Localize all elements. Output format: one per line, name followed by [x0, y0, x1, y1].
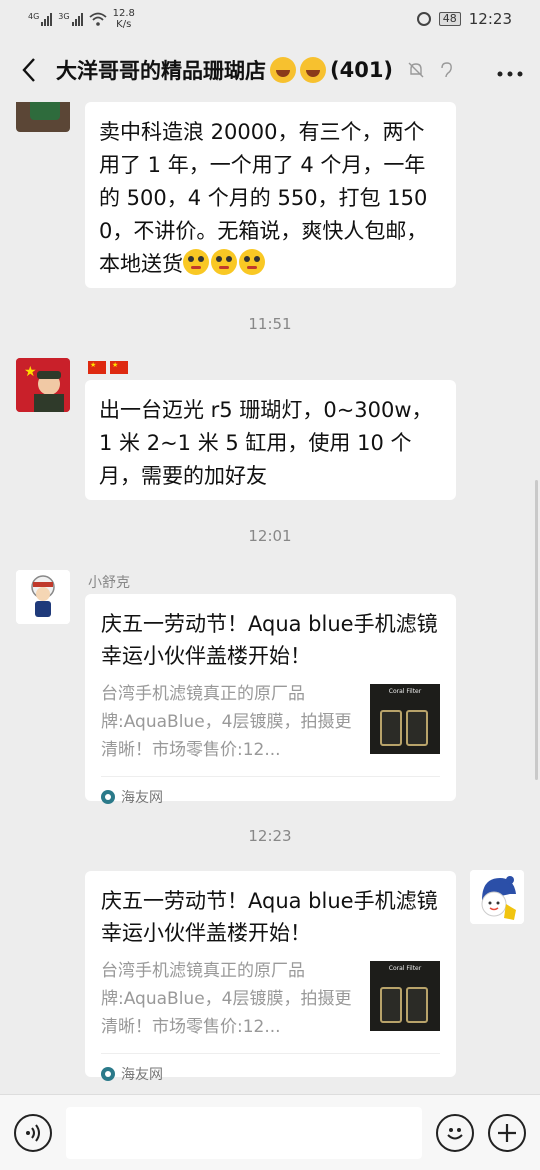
link-body-2: 台湾手机滤镜真正的原厂品牌:AquaBlue，4层镀膜，拍摄更清晰！市场零售价:…: [85, 949, 456, 1041]
group-name: 大洋哥哥的精品珊瑚店: [56, 59, 266, 83]
header-status-icons: [407, 61, 455, 79]
speed-value: 12.8: [112, 8, 135, 19]
blush-emoji-icon: [183, 249, 209, 275]
link-body-1: 台湾手机滤镜真正的原厂品牌:AquaBlue，4层镀膜，拍摄更清晰！市场零售价:…: [85, 672, 456, 764]
thumbnail-label-1: Coral Filter: [388, 688, 422, 695]
sender-flags: [88, 361, 128, 374]
chat-header: 大洋哥哥的精品珊瑚店 (401): [0, 38, 540, 102]
timestamp-2: 12:01: [248, 527, 292, 545]
status-bar: 4G 3G 12.8 K/s 48 12:23: [0, 0, 540, 38]
site-logo-icon: [101, 790, 115, 804]
clock: 12:23: [468, 10, 512, 28]
voice-icon: [26, 1123, 40, 1142]
bell-off-icon: [408, 62, 424, 78]
avatar-image: ★: [16, 358, 70, 412]
member-count: (401): [330, 58, 394, 82]
speed-unit: K/s: [116, 19, 132, 30]
timestamp-1: 11:51: [248, 315, 292, 333]
chat-scrollbar[interactable]: [535, 480, 538, 780]
link-title-1: 庆五一劳动节！Aqua blue手机滤镜幸运小伙伴盖楼开始！: [101, 612, 438, 668]
signal-icon-2: 3G: [58, 12, 83, 26]
message-input[interactable]: [66, 1106, 422, 1159]
sender-name: 小舒克: [88, 575, 130, 591]
svg-text:★: ★: [24, 364, 37, 380]
blush-emoji-icon-3: [239, 249, 265, 275]
timestamp-3: 12:23: [248, 827, 292, 845]
link-title-2: 庆五一劳动节！Aqua blue手机滤镜幸运小伙伴盖楼开始！: [101, 889, 438, 945]
status-right: 48 12:23: [416, 10, 512, 28]
link-description-1: 台湾手机滤镜真正的原厂品牌:AquaBlue，4层镀膜，拍摄更清晰！市场零售价:…: [101, 684, 352, 760]
voice-button[interactable]: [14, 1113, 52, 1152]
chevron-left-icon: [22, 58, 35, 82]
source-name-1: 海友网: [121, 790, 163, 806]
signal-icon-1: 4G: [28, 12, 53, 26]
message-text-content-1: 卖中科造浪 20000，有三个，两个用了 1 年，一个用了 4 个月，一年的 5…: [99, 120, 428, 276]
link-source-2: 海友网: [101, 1053, 440, 1092]
alarm-icon: [416, 12, 431, 26]
link-card-2[interactable]: 庆五一劳动节！Aqua blue手机滤镜幸运小伙伴盖楼开始！ 台湾手机滤镜真正的…: [85, 871, 456, 1083]
network-type-2: 3G: [58, 12, 70, 21]
plus-button[interactable]: [488, 1113, 526, 1152]
site-logo-icon: [101, 1067, 115, 1081]
message-bubble-1[interactable]: 卖中科造浪 20000，有三个，两个用了 1 年，一个用了 4 个月，一年的 5…: [85, 102, 456, 288]
blush-emoji-icon-2: [211, 249, 237, 275]
laugh-emoji-icon: [270, 57, 296, 83]
smiley-icon: [447, 1127, 463, 1139]
plus-icon: [498, 1123, 516, 1142]
avatar[interactable]: ★: [16, 358, 70, 412]
link-source-1: 海友网: [101, 776, 440, 817]
link-thumbnail-2: Coral Filter: [370, 961, 440, 1031]
message-text-1: 卖中科造浪 20000，有三个，两个用了 1 年，一个用了 4 个月，一年的 5…: [85, 102, 456, 295]
avatar[interactable]: [16, 570, 70, 624]
battery-indicator: 48: [438, 12, 461, 26]
wifi-icon: [89, 12, 107, 26]
message-text-2: 出一台迈光 r5 珊瑚灯，0~300w，1 米 2~1 米 5 缸用，使用 10…: [99, 398, 433, 488]
source-name-2: 海友网: [121, 1067, 163, 1083]
thumbnail-label-2: Coral Filter: [388, 965, 422, 972]
chat-title: 大洋哥哥的精品珊瑚店 (401): [56, 55, 393, 85]
network-speed: 12.8 K/s: [113, 8, 135, 30]
my-avatar[interactable]: [470, 870, 524, 924]
avatar[interactable]: [16, 102, 70, 132]
emoji-button[interactable]: [436, 1113, 474, 1152]
china-flag-icon: [88, 361, 106, 374]
back-button[interactable]: [16, 57, 42, 83]
avatar-image: [16, 570, 70, 624]
link-thumbnail-1: Coral Filter: [370, 684, 440, 754]
more-button[interactable]: [496, 57, 524, 83]
china-flag-icon-2: [110, 361, 128, 374]
ear-icon: [441, 62, 452, 78]
laugh-emoji-icon-2: [300, 57, 326, 83]
more-dots-icon: [497, 71, 523, 77]
chat-messages[interactable]: 卖中科造浪 20000，有三个，两个用了 1 年，一个用了 4 个月，一年的 5…: [0, 102, 540, 1092]
link-description-2: 台湾手机滤镜真正的原厂品牌:AquaBlue，4层镀膜，拍摄更清晰！市场零售价:…: [101, 961, 352, 1037]
link-card-1[interactable]: 庆五一劳动节！Aqua blue手机滤镜幸运小伙伴盖楼开始！ 台湾手机滤镜真正的…: [85, 594, 456, 806]
network-type-1: 4G: [28, 12, 40, 21]
status-left: 4G 3G 12.8 K/s: [28, 8, 135, 30]
avatar-image: [470, 870, 524, 924]
input-bar: [0, 1094, 540, 1170]
message-bubble-2[interactable]: 出一台迈光 r5 珊瑚灯，0~300w，1 米 2~1 米 5 缸用，使用 10…: [85, 380, 456, 500]
